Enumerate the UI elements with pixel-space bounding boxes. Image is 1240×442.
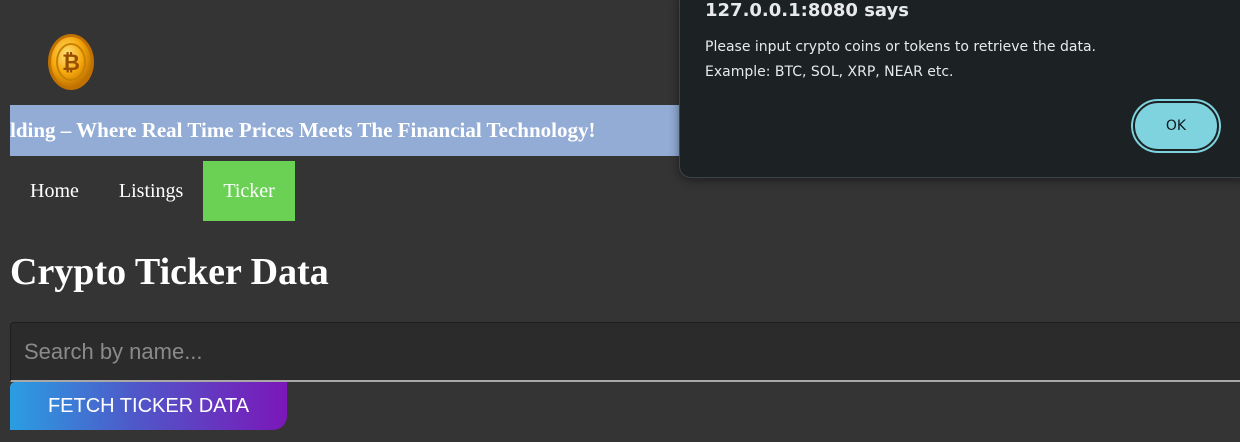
nav-item-ticker[interactable]: Ticker: [203, 161, 295, 221]
page-title: Crypto Ticker Data: [10, 251, 329, 293]
dialog-title: 127.0.0.1:8080 says: [705, 0, 909, 21]
svg-text:₿: ₿: [62, 51, 80, 76]
bitcoin-logo-icon: ₿: [47, 33, 95, 91]
dialog-ok-button[interactable]: OK: [1133, 101, 1219, 151]
dialog-message-line-1: Please input crypto coins or tokens to r…: [705, 39, 1096, 55]
nav-item-listings[interactable]: Listings: [99, 161, 203, 221]
marquee-banner: lding – Where Real Time Prices Meets The…: [10, 105, 679, 156]
fetch-ticker-data-button[interactable]: FETCH TICKER DATA: [10, 382, 287, 430]
nav-item-home[interactable]: Home: [10, 161, 99, 221]
marquee-text: lding – Where Real Time Prices Meets The…: [10, 118, 596, 142]
alert-dialog: 127.0.0.1:8080 says Please input crypto …: [679, 0, 1240, 178]
search-input[interactable]: [10, 322, 1240, 382]
dialog-message-line-2: Example: BTC, SOL, XRP, NEAR etc.: [705, 64, 954, 80]
main-nav: Home Listings Ticker: [10, 161, 295, 221]
